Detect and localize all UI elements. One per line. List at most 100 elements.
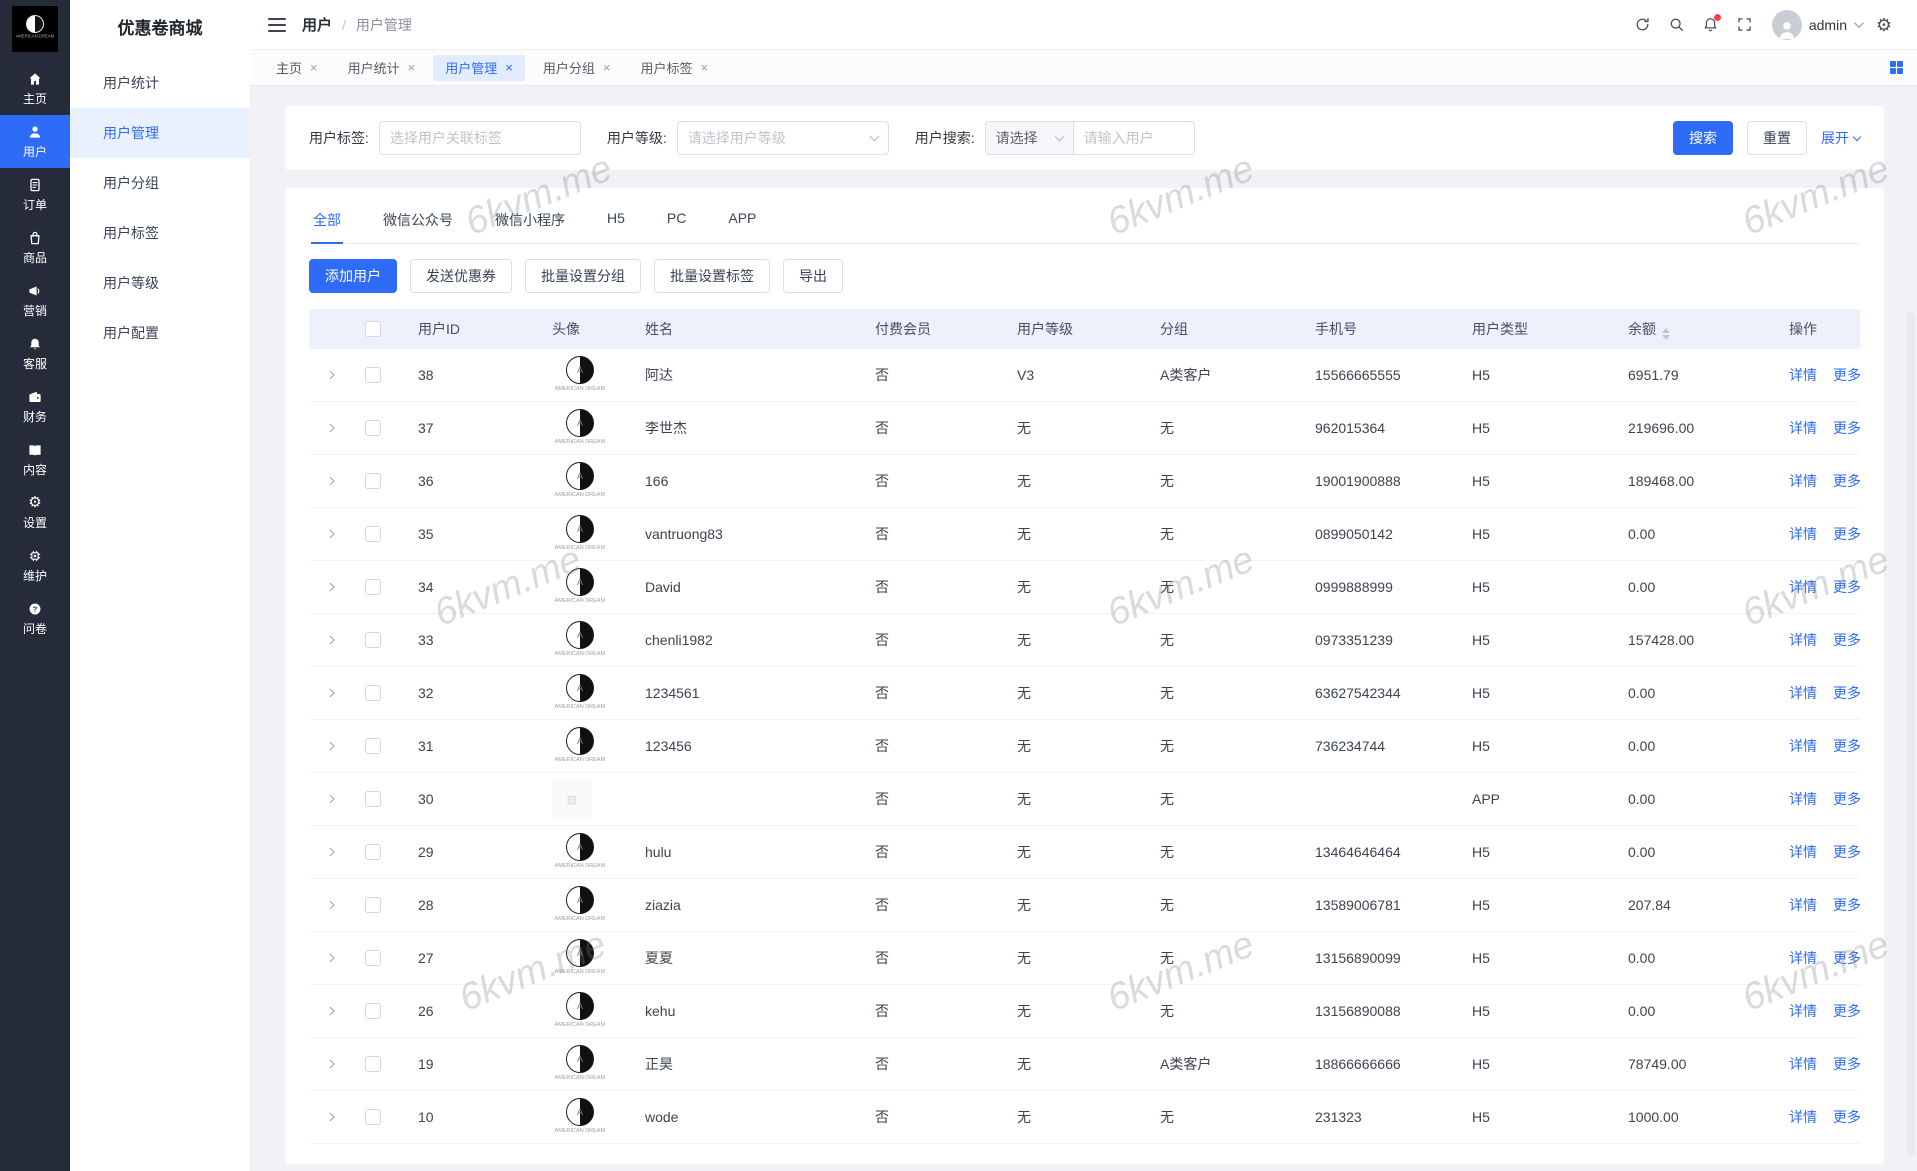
tab-close-icon[interactable]: ×: [310, 61, 318, 74]
tab-close-icon[interactable]: ×: [505, 61, 513, 74]
row-expand-icon[interactable]: [323, 1060, 335, 1068]
action-button-0[interactable]: 添加用户: [309, 259, 397, 293]
row-expand-icon[interactable]: [323, 954, 335, 962]
search-icon[interactable]: [1660, 8, 1694, 42]
sidebar-item-3[interactable]: 用户标签: [70, 208, 250, 258]
fullscreen-icon[interactable]: [1728, 8, 1762, 42]
rail-item-user[interactable]: 用户: [0, 115, 70, 168]
menu-collapse-icon[interactable]: [268, 17, 286, 32]
detail-link[interactable]: 详情: [1789, 524, 1817, 544]
row-checkbox[interactable]: [365, 473, 381, 489]
row-checkbox[interactable]: [365, 950, 381, 966]
action-button-3[interactable]: 批量设置标签: [654, 259, 770, 293]
detail-link[interactable]: 详情: [1789, 471, 1817, 491]
row-expand-icon[interactable]: [323, 1007, 335, 1015]
row-checkbox[interactable]: [365, 1056, 381, 1072]
detail-link[interactable]: 详情: [1789, 842, 1817, 862]
refresh-icon[interactable]: [1626, 8, 1660, 42]
action-button-1[interactable]: 发送优惠券: [410, 259, 512, 293]
vertical-scrollbar[interactable]: [1907, 312, 1915, 1155]
tab-close-icon[interactable]: ×: [603, 61, 611, 74]
row-checkbox[interactable]: [365, 791, 381, 807]
sidebar-item-1[interactable]: 用户管理: [70, 108, 250, 158]
user-menu[interactable]: admin: [1771, 9, 1864, 40]
rail-item-service[interactable]: 客服: [0, 327, 70, 380]
search-keyword-input[interactable]: [1072, 121, 1195, 155]
more-link[interactable]: 更多: [1833, 418, 1860, 438]
settings-gear-icon[interactable]: ⚙: [1867, 8, 1901, 42]
notification-bell-icon[interactable]: [1694, 8, 1728, 42]
sidebar-item-5[interactable]: 用户配置: [70, 308, 250, 358]
tab-0[interactable]: 主页 ×: [264, 55, 330, 81]
more-link[interactable]: 更多: [1833, 365, 1860, 385]
reset-button[interactable]: 重置: [1747, 121, 1807, 155]
more-link[interactable]: 更多: [1833, 789, 1860, 809]
rail-item-finance[interactable]: 财务: [0, 380, 70, 433]
row-expand-icon[interactable]: [323, 477, 335, 485]
row-checkbox[interactable]: [365, 1003, 381, 1019]
channel-tab-4[interactable]: PC: [665, 196, 688, 243]
more-link[interactable]: 更多: [1833, 683, 1860, 703]
channel-tab-3[interactable]: H5: [605, 196, 627, 243]
tag-select-input[interactable]: [378, 121, 581, 155]
more-link[interactable]: 更多: [1833, 1054, 1860, 1074]
tab-layout-grid-icon[interactable]: [1890, 61, 1903, 74]
search-button[interactable]: 搜索: [1673, 121, 1733, 155]
sidebar-item-0[interactable]: 用户统计: [70, 58, 250, 108]
detail-link[interactable]: 详情: [1789, 948, 1817, 968]
search-field-select[interactable]: 请选择: [984, 121, 1073, 155]
row-checkbox[interactable]: [365, 420, 381, 436]
detail-link[interactable]: 详情: [1789, 577, 1817, 597]
row-checkbox[interactable]: [365, 579, 381, 595]
tab-1[interactable]: 用户统计 ×: [336, 55, 428, 81]
row-checkbox[interactable]: [365, 1109, 381, 1125]
more-link[interactable]: 更多: [1833, 577, 1860, 597]
rail-item-order[interactable]: 订单: [0, 168, 70, 221]
rail-item-goods[interactable]: 商品: [0, 221, 70, 274]
row-expand-icon[interactable]: [323, 371, 335, 379]
tab-2[interactable]: 用户管理 ×: [433, 54, 525, 81]
more-link[interactable]: 更多: [1833, 842, 1860, 862]
detail-link[interactable]: 详情: [1789, 418, 1817, 438]
more-link[interactable]: 更多: [1833, 1107, 1860, 1127]
row-expand-icon[interactable]: [323, 530, 335, 538]
tab-close-icon[interactable]: ×: [408, 61, 416, 74]
row-expand-icon[interactable]: [323, 795, 335, 803]
rail-item-marketing[interactable]: 营销: [0, 274, 70, 327]
row-checkbox[interactable]: [365, 844, 381, 860]
row-expand-icon[interactable]: [323, 636, 335, 644]
sidebar-item-4[interactable]: 用户等级: [70, 258, 250, 308]
column-header-8[interactable]: 余额: [1628, 319, 1789, 340]
detail-link[interactable]: 详情: [1789, 365, 1817, 385]
more-link[interactable]: 更多: [1833, 948, 1860, 968]
row-checkbox[interactable]: [365, 738, 381, 754]
detail-link[interactable]: 详情: [1789, 1001, 1817, 1021]
detail-link[interactable]: 详情: [1789, 736, 1817, 756]
channel-tab-0[interactable]: 全部: [311, 196, 343, 244]
detail-link[interactable]: 详情: [1789, 1054, 1817, 1074]
rail-item-survey[interactable]: ? 问卷: [0, 592, 70, 645]
detail-link[interactable]: 详情: [1789, 683, 1817, 703]
row-expand-icon[interactable]: [323, 848, 335, 856]
tab-4[interactable]: 用户标签 ×: [628, 55, 720, 81]
expand-filters-link[interactable]: 展开: [1821, 128, 1862, 148]
select-all-checkbox[interactable]: [365, 321, 381, 337]
rail-item-content[interactable]: 内容: [0, 433, 70, 486]
more-link[interactable]: 更多: [1833, 630, 1860, 650]
action-button-2[interactable]: 批量设置分组: [525, 259, 641, 293]
row-checkbox[interactable]: [365, 897, 381, 913]
row-expand-icon[interactable]: [323, 1113, 335, 1121]
more-link[interactable]: 更多: [1833, 895, 1860, 915]
sort-icon[interactable]: [1662, 327, 1670, 340]
row-expand-icon[interactable]: [323, 742, 335, 750]
row-expand-icon[interactable]: [323, 424, 335, 432]
more-link[interactable]: 更多: [1833, 524, 1860, 544]
row-expand-icon[interactable]: [323, 689, 335, 697]
tab-3[interactable]: 用户分组 ×: [531, 55, 623, 81]
row-checkbox[interactable]: [365, 367, 381, 383]
channel-tab-2[interactable]: 微信小程序: [493, 196, 567, 243]
row-expand-icon[interactable]: [323, 583, 335, 591]
more-link[interactable]: 更多: [1833, 471, 1860, 491]
breadcrumb-root[interactable]: 用户: [302, 14, 332, 35]
row-checkbox[interactable]: [365, 685, 381, 701]
